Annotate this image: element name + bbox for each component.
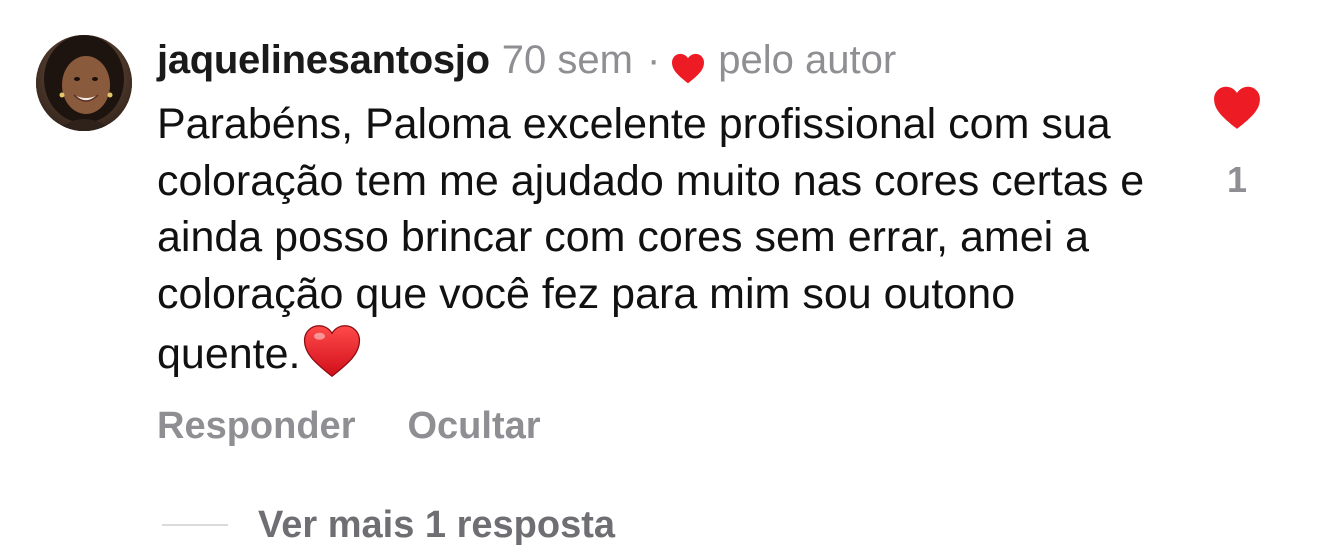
comment-header: jaquelinesantosjo 70 sem · pelo autor bbox=[157, 34, 896, 86]
avatar[interactable] bbox=[36, 35, 132, 131]
liked-by-author-label: pelo autor bbox=[718, 38, 897, 82]
separator-dot: · bbox=[646, 38, 661, 82]
hide-button[interactable]: Ocultar bbox=[407, 405, 540, 448]
heart-icon bbox=[670, 45, 706, 84]
like-button[interactable] bbox=[1212, 84, 1262, 130]
comment-text: Parabéns, Paloma excelente profissional … bbox=[157, 96, 1167, 383]
heart-icon bbox=[1214, 86, 1260, 129]
comment-item: jaquelinesantosjo 70 sem · pelo autor Pa… bbox=[0, 0, 1320, 556]
comment-timestamp: 70 sem bbox=[501, 38, 633, 82]
view-replies-button[interactable]: Ver mais 1 resposta bbox=[162, 500, 615, 550]
username-link[interactable]: jaquelinesantosjo bbox=[157, 34, 490, 86]
red-heart-emoji-icon bbox=[302, 322, 362, 378]
replies-divider bbox=[162, 524, 228, 526]
reply-button[interactable]: Responder bbox=[157, 405, 355, 448]
like-count[interactable]: 1 bbox=[1200, 158, 1274, 202]
comment-actions: Responder Ocultar bbox=[157, 400, 541, 452]
like-area: 1 bbox=[1200, 76, 1274, 206]
view-replies-label: Ver mais 1 resposta bbox=[258, 503, 615, 546]
